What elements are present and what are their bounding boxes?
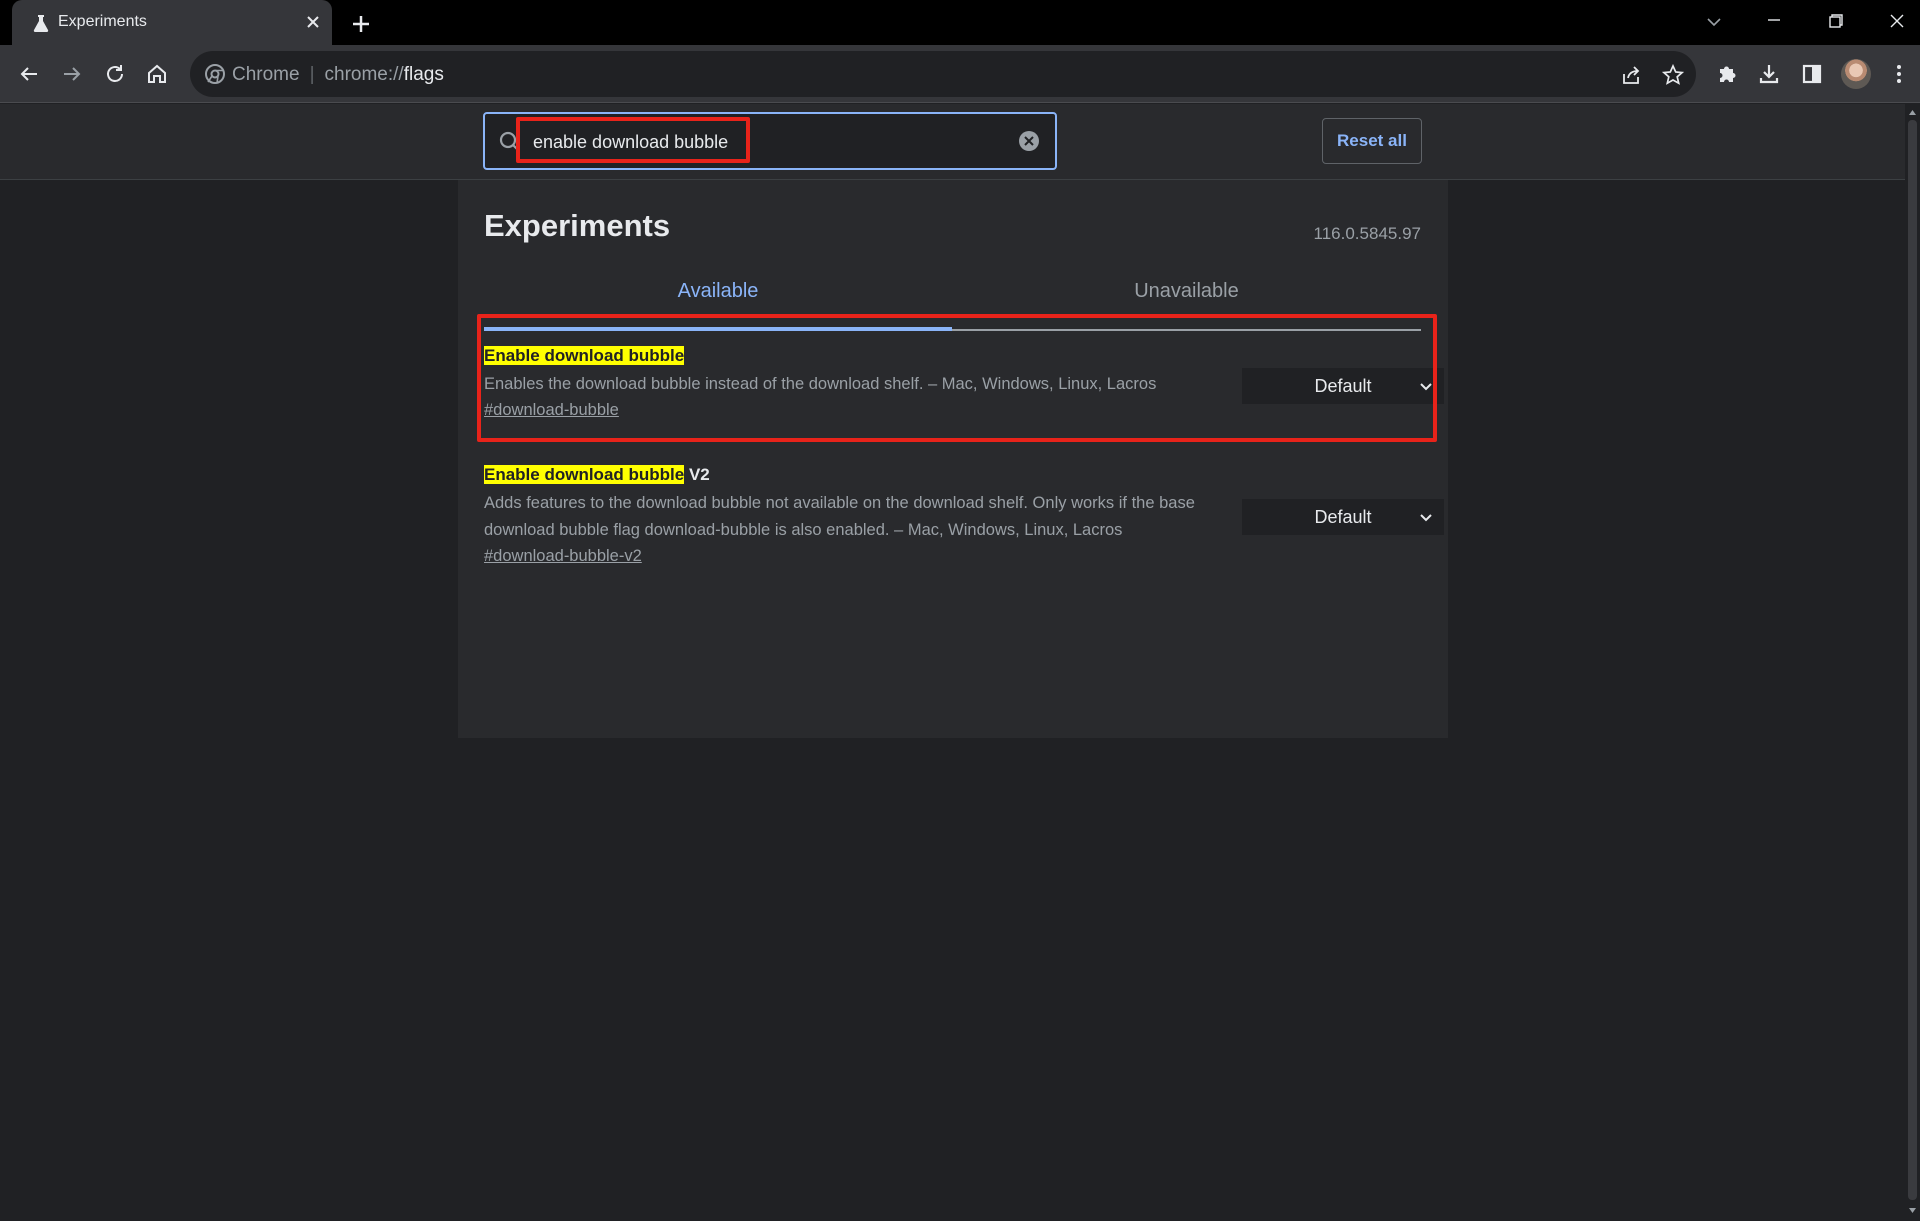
flag-title-highlight: Enable download bubble bbox=[484, 465, 685, 484]
clear-search-icon[interactable] bbox=[1017, 129, 1041, 153]
flag-link[interactable]: #download-bubble bbox=[484, 398, 619, 422]
url-text: Chrome | chrome://flags bbox=[232, 64, 444, 85]
new-tab-icon[interactable] bbox=[347, 10, 375, 38]
active-tab-indicator bbox=[484, 327, 952, 331]
star-icon bbox=[1662, 64, 1684, 85]
reload-button[interactable] bbox=[98, 57, 132, 91]
forward-button[interactable] bbox=[55, 57, 89, 91]
flag-description: Adds features to the download bubble not… bbox=[484, 494, 1195, 539]
tab-title: Experiments bbox=[58, 13, 147, 30]
chevron-down-icon bbox=[1420, 514, 1432, 522]
back-button[interactable] bbox=[12, 57, 46, 91]
home-icon bbox=[148, 64, 166, 83]
url-scheme: chrome:// bbox=[324, 64, 404, 85]
site-label: Chrome bbox=[232, 64, 300, 85]
flag-download-bubble: Enable download bubble Enables the downl… bbox=[484, 344, 1444, 422]
kebab-menu-icon bbox=[1897, 65, 1901, 83]
chrome-icon bbox=[205, 64, 225, 84]
close-tab-icon[interactable] bbox=[302, 11, 324, 33]
experiments-panel: Experiments 116.0.5845.97 Available Unav… bbox=[458, 180, 1448, 738]
flask-icon bbox=[33, 15, 49, 32]
browser-tab[interactable]: Experiments bbox=[12, 0, 332, 45]
restore-icon[interactable] bbox=[1817, 8, 1853, 36]
search-box[interactable] bbox=[483, 112, 1057, 170]
menu-button[interactable] bbox=[1882, 57, 1916, 91]
arrow-left-icon bbox=[20, 67, 37, 81]
flag-title-highlight: Enable download bubble bbox=[484, 346, 685, 365]
search-input[interactable] bbox=[533, 127, 993, 157]
flag-state-select[interactable]: Default bbox=[1242, 499, 1444, 535]
bookmark-button[interactable] bbox=[1659, 61, 1687, 89]
profile-avatar[interactable] bbox=[1841, 59, 1871, 89]
extensions-button[interactable] bbox=[1710, 57, 1744, 91]
page-scrollbar[interactable] bbox=[1905, 104, 1920, 1221]
flag-description: Enables the download bubble instead of t… bbox=[484, 375, 1157, 393]
browser-toolbar: Chrome | chrome://flags bbox=[0, 45, 1920, 103]
search-icon bbox=[499, 131, 520, 152]
downloads-button[interactable] bbox=[1752, 57, 1786, 91]
chevron-down-icon bbox=[1420, 383, 1432, 391]
arrow-right-icon bbox=[64, 67, 81, 81]
select-value: Default bbox=[1314, 375, 1372, 396]
scroll-up-icon[interactable] bbox=[1908, 108, 1917, 117]
reset-all-button[interactable]: Reset all bbox=[1322, 118, 1422, 164]
tab-search-icon[interactable] bbox=[1696, 8, 1732, 36]
share-icon bbox=[1623, 66, 1640, 84]
url-host: flags bbox=[403, 64, 444, 85]
page-title: Experiments bbox=[484, 208, 671, 243]
share-button[interactable] bbox=[1617, 61, 1645, 89]
flag-link[interactable]: #download-bubble-v2 bbox=[484, 544, 642, 568]
flag-title-rest: V2 bbox=[684, 465, 710, 484]
flag-state-select[interactable]: Default bbox=[1242, 368, 1444, 404]
minimize-icon[interactable] bbox=[1756, 8, 1792, 36]
flags-search-header: Reset all bbox=[0, 104, 1920, 180]
download-icon bbox=[1759, 65, 1779, 84]
side-panel-icon bbox=[1802, 64, 1822, 84]
home-button[interactable] bbox=[140, 57, 174, 91]
scroll-down-icon[interactable] bbox=[1908, 1206, 1917, 1215]
flags-tabs: Available Unavailable bbox=[484, 280, 1421, 312]
version-label: 116.0.5845.97 bbox=[1313, 224, 1421, 243]
address-bar[interactable]: Chrome | chrome://flags bbox=[190, 51, 1696, 97]
scroll-thumb[interactable] bbox=[1908, 120, 1917, 1200]
tab-unavailable[interactable]: Unavailable bbox=[952, 280, 1421, 303]
close-window-icon[interactable] bbox=[1879, 8, 1915, 36]
tab-available[interactable]: Available bbox=[484, 280, 952, 303]
select-value: Default bbox=[1314, 506, 1372, 527]
side-panel-button[interactable] bbox=[1795, 57, 1829, 91]
flag-download-bubble-v2: Enable download bubble V2 Adds features … bbox=[484, 463, 1444, 568]
puzzle-icon bbox=[1720, 66, 1736, 82]
flag-title: Enable download bubble V2 bbox=[484, 463, 1421, 487]
tab-strip: Experiments bbox=[0, 0, 1920, 45]
flag-title: Enable download bubble bbox=[484, 344, 1421, 368]
reload-icon bbox=[107, 65, 123, 82]
